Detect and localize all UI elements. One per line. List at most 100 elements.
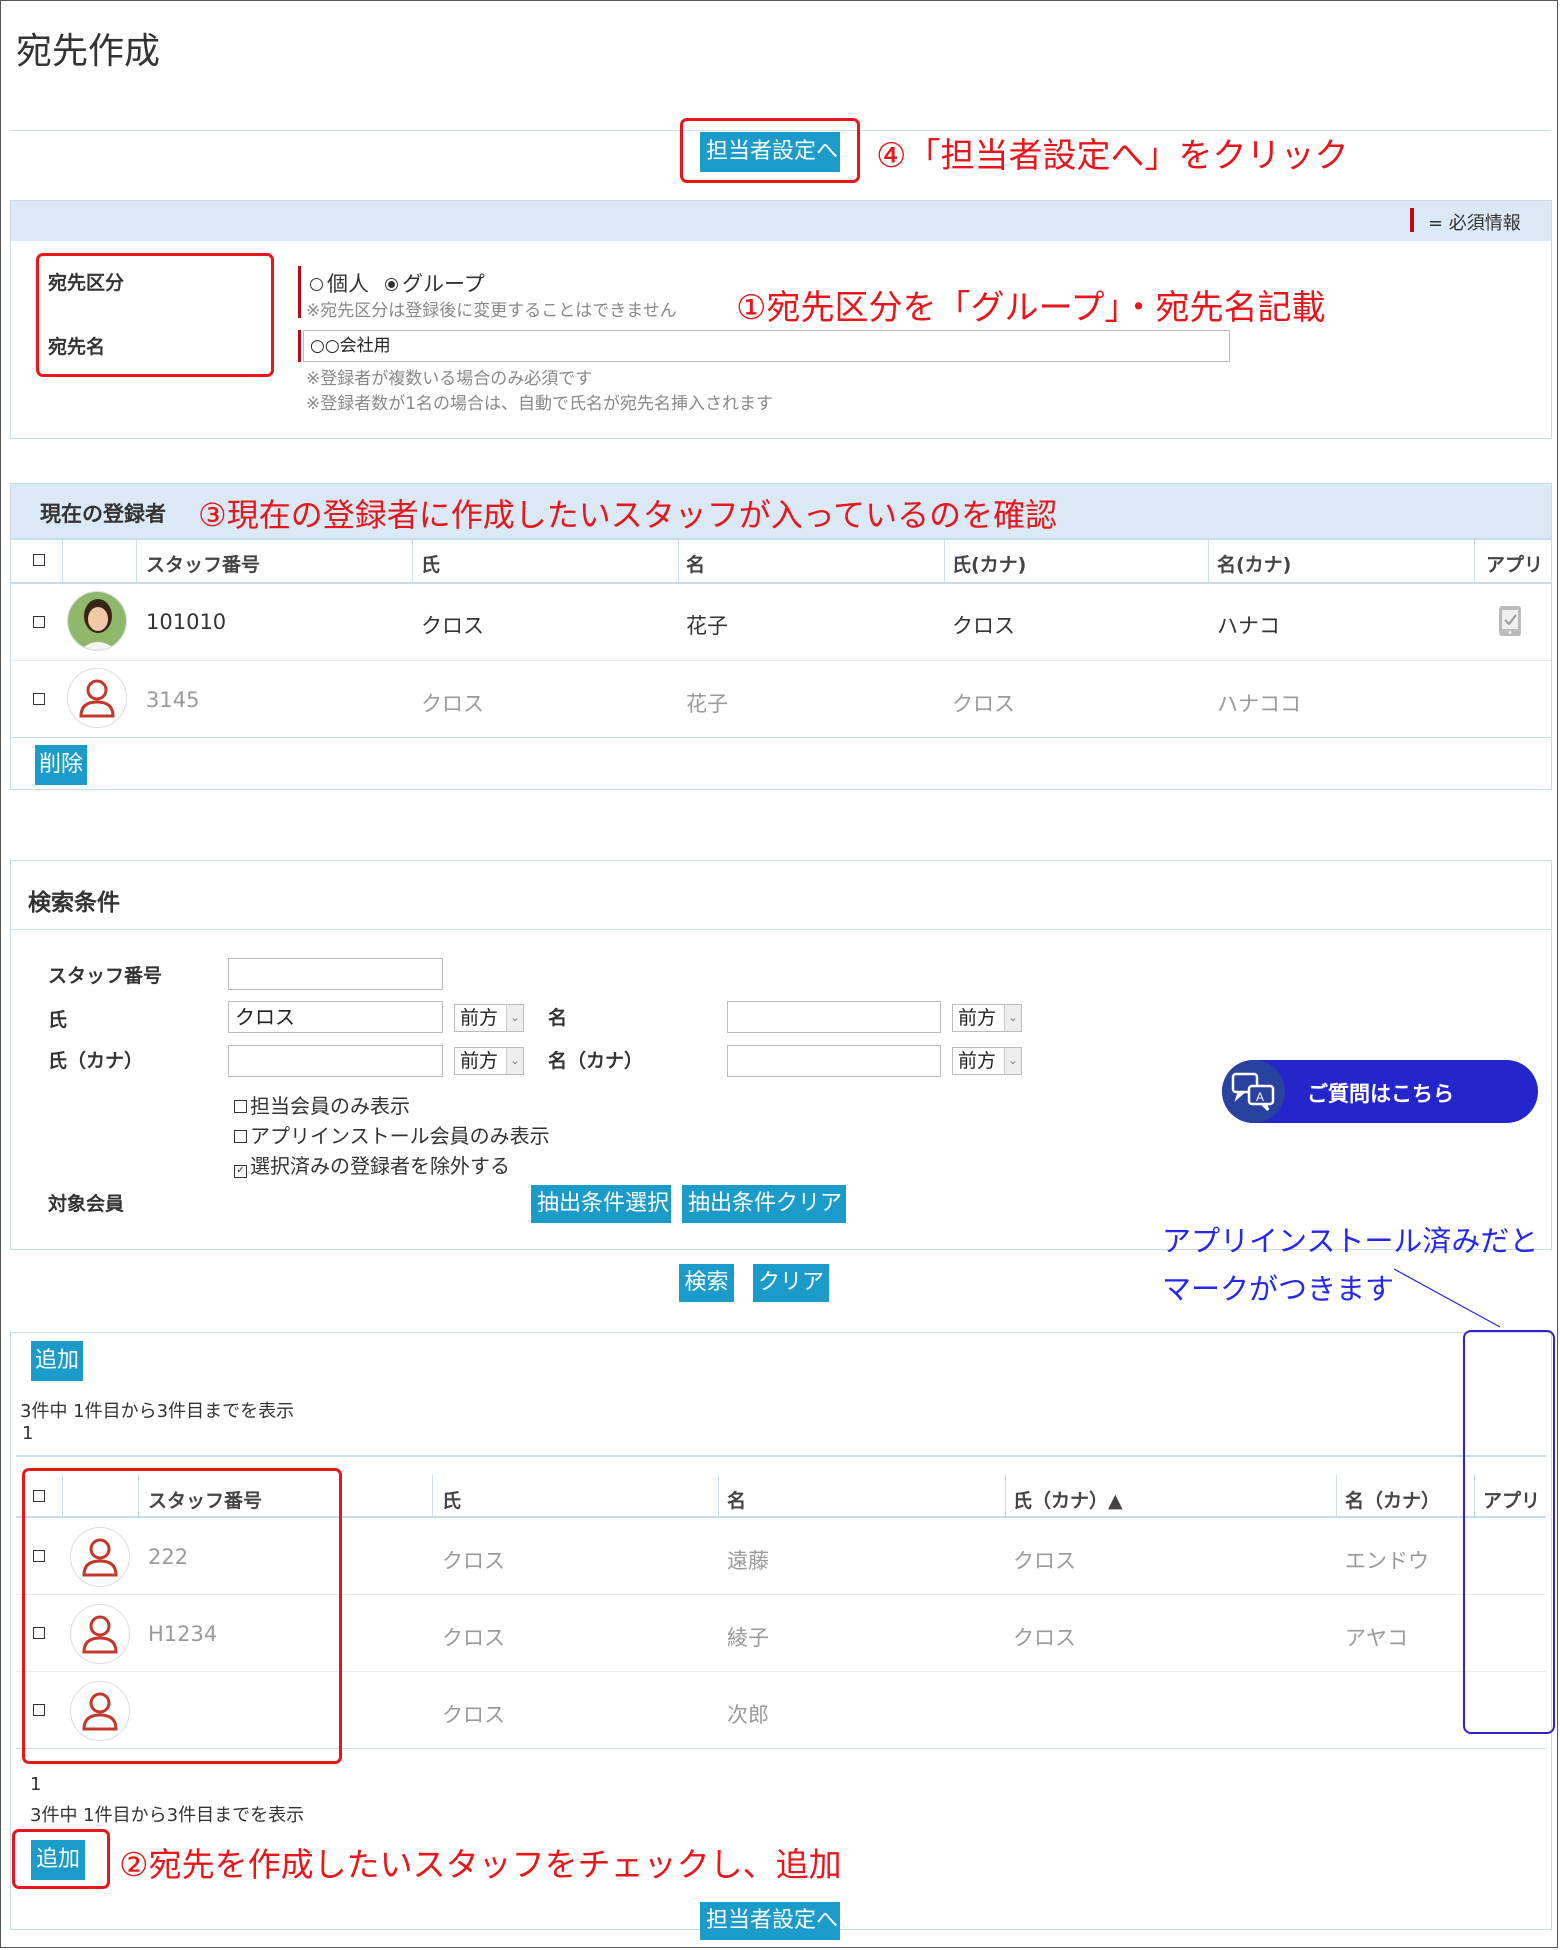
search-first-input[interactable] <box>727 1001 941 1033</box>
search-first-kana-match-select[interactable]: 前方 ⌄ <box>952 1047 1022 1075</box>
delete-button[interactable]: 削除 <box>35 745 87 785</box>
current-col-app: アプリ <box>1486 554 1544 576</box>
result-last: クロス <box>442 1626 505 1650</box>
help-button[interactable]: A ご質問はこちら <box>1222 1060 1538 1123</box>
current-col-staff-no[interactable]: スタッフ番号 <box>146 550 260 577</box>
required-legend: = 必須情報 <box>1428 213 1521 234</box>
annotation-step1: ①宛先区分を「グループ」・宛先名記載 <box>736 288 1326 328</box>
type-required-bar <box>298 266 301 318</box>
name-required-bar <box>298 330 301 362</box>
required-marker <box>1410 208 1414 232</box>
search-last-input[interactable]: クロス <box>228 1001 443 1033</box>
table-row <box>11 584 1551 661</box>
page-title: 宛先作成 <box>16 31 161 72</box>
current-last-kana: クロス <box>952 614 1015 638</box>
search-first-kana-input[interactable] <box>727 1045 941 1077</box>
last-match-value: 前方 <box>460 1007 499 1029</box>
chevron-down-icon: ⌄ <box>1004 1005 1021 1031</box>
radio-group-icon <box>385 278 398 291</box>
type-label: 宛先区分 <box>48 272 125 294</box>
result-last: クロス <box>442 1549 505 1573</box>
annotation-pointer-line <box>1393 1268 1501 1328</box>
table-row <box>11 661 1551 738</box>
current-row-checkbox[interactable] <box>33 693 45 705</box>
help-icon-circle: A <box>1222 1060 1285 1123</box>
annotation-step3: ③現在の登録者に作成したいスタッフが入っているのを確認 <box>198 496 1058 534</box>
option-assigned-only[interactable]: 担当会員のみ表示 <box>234 1090 410 1119</box>
search-staff-no-input[interactable] <box>228 958 443 990</box>
radio-individual-label: 個人 <box>327 272 369 296</box>
current-col-first[interactable]: 名 <box>686 550 705 577</box>
col-sep <box>1336 1475 1337 1516</box>
option-checkbox <box>234 1130 247 1143</box>
annotation-app-note-1: アプリインストール済みだと <box>1162 1224 1539 1258</box>
avatar <box>67 591 127 651</box>
col-sep <box>1208 540 1209 582</box>
col-sep <box>432 1475 433 1516</box>
current-first: 花子 <box>686 614 728 638</box>
current-first: 花子 <box>686 692 728 716</box>
results-col-last[interactable]: 氏 <box>442 1486 461 1513</box>
search-first-kana-label: 名（カナ） <box>548 1050 644 1072</box>
annotation-step4: ④「担当者設定へ」をクリック <box>876 136 1349 176</box>
radio-group-label: グループ <box>402 272 485 296</box>
current-first-kana: ハナココ <box>1217 692 1301 716</box>
search-button[interactable]: 検索 <box>679 1264 734 1302</box>
current-row-checkbox[interactable] <box>33 616 45 628</box>
radio-individual-icon <box>310 278 323 291</box>
search-last-label: 氏 <box>48 1009 68 1031</box>
first-kana-match-value: 前方 <box>958 1050 997 1072</box>
pagination-bottom[interactable]: 1 <box>30 1774 41 1795</box>
destination-name-input[interactable]: ○○会社用 <box>303 330 1230 362</box>
option-exclude-selected[interactable]: ✓ 選択済みの登録者を除外する <box>234 1150 510 1179</box>
name-note-1: ※登録者が複数いる場合のみ必須です <box>306 369 593 389</box>
chevron-down-icon: ⌄ <box>1004 1048 1021 1074</box>
current-staff-no: 3145 <box>146 688 200 712</box>
col-sep <box>678 540 679 582</box>
type-note: ※宛先区分は登録後に変更することはできません <box>306 301 677 321</box>
option-label: アプリインストール会員のみ表示 <box>250 1124 550 1148</box>
assign-staff-button-bottom[interactable]: 担当者設定へ <box>700 1902 840 1940</box>
result-first: 綾子 <box>727 1626 769 1650</box>
name-note-2: ※登録者数が1名の場合は、自動で氏名が宛先名挿入されます <box>306 394 774 414</box>
results-col-first-kana[interactable]: 名（カナ） <box>1345 1486 1440 1513</box>
chat-translate-icon: A <box>1231 1072 1275 1111</box>
first-match-value: 前方 <box>958 1007 997 1029</box>
option-app-installed-only[interactable]: アプリインストール会員のみ表示 <box>234 1120 550 1149</box>
annotation-step2: ②宛先を作成したいスタッフをチェックし、追加 <box>119 1845 842 1884</box>
col-sep <box>412 540 413 582</box>
results-col-last-kana[interactable]: 氏（カナ）▲ <box>1013 1486 1123 1513</box>
search-heading: 検索条件 <box>28 890 120 916</box>
current-heading: 現在の登録者 <box>40 502 166 526</box>
search-first-label: 名 <box>548 1007 568 1029</box>
search-last-kana-label: 氏（カナ） <box>48 1050 144 1072</box>
help-button-label: ご質問はこちら <box>1307 1082 1454 1106</box>
app-installed-icon <box>1498 605 1522 641</box>
current-col-last-kana[interactable]: 氏(カナ) <box>952 550 1026 577</box>
search-last-kana-input[interactable] <box>228 1045 443 1077</box>
search-first-match-select[interactable]: 前方 ⌄ <box>952 1004 1022 1032</box>
svg-text:A: A <box>1256 1090 1264 1104</box>
col-sep <box>1005 1475 1006 1516</box>
add-button-top[interactable]: 追加 <box>31 1341 83 1381</box>
results-summary-top: 3件中 1件目から3件目までを表示 <box>20 1401 295 1422</box>
results-header-top <box>16 1455 1546 1457</box>
current-col-first-kana[interactable]: 名(カナ) <box>1217 550 1291 577</box>
highlight-add-bottom <box>12 1829 110 1889</box>
clear-button[interactable]: クリア <box>753 1264 829 1302</box>
option-label: 担当会員のみ表示 <box>250 1094 410 1118</box>
extract-select-button[interactable]: 抽出条件選択 <box>531 1185 671 1223</box>
annotation-app-note-2: マークがつきます <box>1162 1272 1395 1306</box>
type-radio-individual[interactable]: 個人 <box>310 268 369 298</box>
search-last-kana-match-select[interactable]: 前方 ⌄ <box>454 1047 524 1075</box>
type-radio-group[interactable]: グループ <box>385 268 485 298</box>
results-col-first[interactable]: 名 <box>727 1486 746 1513</box>
current-select-all-checkbox[interactable] <box>33 554 45 566</box>
col-sep <box>62 540 63 582</box>
col-sep <box>718 1475 719 1516</box>
pagination-top[interactable]: 1 <box>22 1423 33 1444</box>
highlight-assign-top <box>680 118 860 183</box>
search-last-match-select[interactable]: 前方 ⌄ <box>454 1004 524 1032</box>
extract-clear-button[interactable]: 抽出条件クリア <box>682 1185 846 1223</box>
current-col-last[interactable]: 氏 <box>421 550 440 577</box>
